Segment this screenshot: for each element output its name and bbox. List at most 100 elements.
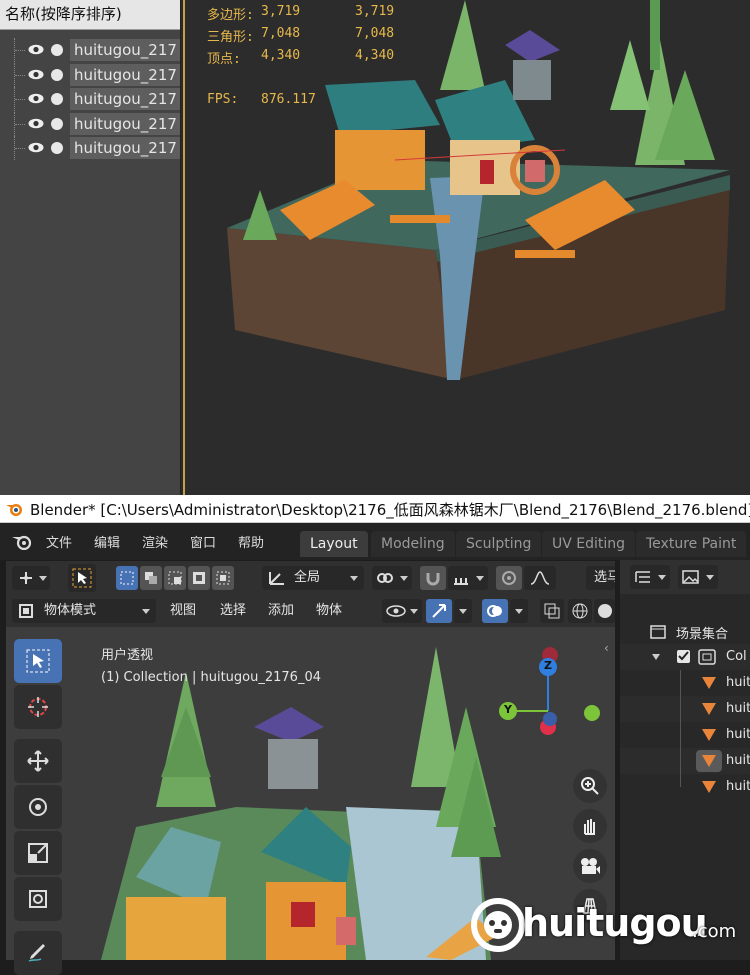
display-mode-button[interactable] xyxy=(630,565,670,589)
gizmo-toggle-button[interactable] xyxy=(426,599,452,623)
scale-tool[interactable] xyxy=(14,831,62,875)
tab-layout[interactable]: Layout xyxy=(300,531,368,557)
annotate-tool[interactable] xyxy=(14,931,62,975)
eye-icon[interactable] xyxy=(28,44,44,55)
rotate-tool[interactable] xyxy=(14,785,62,829)
render-dot-icon[interactable] xyxy=(51,44,63,56)
transform-tool[interactable] xyxy=(14,877,62,921)
snap-target-button[interactable] xyxy=(448,566,488,590)
tab-modeling[interactable]: Modeling xyxy=(371,531,455,557)
select-box-tool[interactable] xyxy=(14,639,62,683)
object-name[interactable]: huitugou_217 xyxy=(70,88,180,110)
outliner-header xyxy=(620,560,750,594)
explorer-row[interactable]: huitugou_217 xyxy=(0,38,181,62)
falloff-button[interactable] xyxy=(524,566,556,590)
menu-select[interactable]: 选择 xyxy=(220,599,246,623)
object-name[interactable]: huitugou_217 xyxy=(70,64,180,86)
explorer-row[interactable]: huitugou_217 xyxy=(0,87,181,111)
gizmo-dropdown[interactable] xyxy=(454,599,472,623)
select-mode-subtract-button[interactable] xyxy=(164,566,186,590)
filter-button[interactable] xyxy=(678,565,718,589)
viewport-header: 物体模式 视图 选择 添加 物体 xyxy=(6,595,615,627)
object-row-active[interactable]: huit xyxy=(620,748,750,774)
explorer-header[interactable]: 名称(按降序排序) xyxy=(0,0,180,30)
render-dot-icon[interactable] xyxy=(51,69,63,81)
snap-toggle-button[interactable] xyxy=(420,566,446,590)
mode-dropdown[interactable]: 物体模式 xyxy=(12,599,156,623)
tab-texture-paint[interactable]: Texture Paint xyxy=(636,531,747,557)
move-tool[interactable] xyxy=(14,739,62,783)
select-mode-intersect-button[interactable] xyxy=(212,566,234,590)
scene-explorer: 名称(按降序排序) huitugou_217 huitugou_217 huit… xyxy=(0,0,181,495)
camera-view-button[interactable] xyxy=(573,849,607,883)
wireframe-shading-button[interactable] xyxy=(568,599,592,623)
select-dropdown[interactable]: 选马 xyxy=(586,566,615,590)
sawmill-scene-render xyxy=(227,0,730,380)
explorer-row[interactable]: huitugou_217 xyxy=(0,63,181,87)
render-dot-icon[interactable] xyxy=(51,93,63,105)
eye-icon[interactable] xyxy=(28,118,44,129)
eye-icon[interactable] xyxy=(28,142,44,153)
select-mode-invert-button[interactable] xyxy=(188,566,210,590)
pan-button[interactable] xyxy=(573,809,607,843)
dashed-cursor-icon xyxy=(72,568,92,588)
blender-logo-icon xyxy=(6,504,22,516)
menu-help[interactable]: 帮助 xyxy=(238,532,264,551)
select-tool-button[interactable] xyxy=(68,564,96,592)
checkbox-icon[interactable] xyxy=(676,649,692,665)
navigation-gizmo[interactable]: Z Y xyxy=(496,647,606,757)
menu-view[interactable]: 视图 xyxy=(170,599,196,623)
tree-line xyxy=(680,696,681,722)
object-row[interactable]: huit xyxy=(620,670,750,696)
menu-edit[interactable]: 编辑 xyxy=(94,532,120,551)
object-name[interactable]: huitugou_217 xyxy=(70,137,180,159)
window-titlebar[interactable]: Blender* [C:\Users\Administrator\Desktop… xyxy=(0,495,750,523)
visibility-button[interactable] xyxy=(382,599,422,623)
proportional-icon xyxy=(502,571,516,585)
cursor-tool[interactable] xyxy=(14,685,62,729)
scale-icon xyxy=(28,843,48,863)
overlay-icon xyxy=(487,605,502,617)
transform-orientation-dropdown[interactable]: 全局 xyxy=(262,566,364,590)
object-row[interactable]: huit xyxy=(620,696,750,722)
render-dot-icon[interactable] xyxy=(51,118,63,130)
explorer-row[interactable]: huitugou_217 xyxy=(0,112,181,136)
eye-icon[interactable] xyxy=(28,69,44,80)
zoom-button[interactable] xyxy=(573,769,607,803)
menu-file[interactable]: 文件 xyxy=(46,532,72,551)
editor-type-button[interactable] xyxy=(12,566,50,590)
menu-render[interactable]: 渲染 xyxy=(142,532,168,551)
sidebar-toggle-icon[interactable]: ‹ xyxy=(604,641,615,655)
magnet-icon xyxy=(426,573,440,586)
object-row[interactable]: huit xyxy=(620,774,750,800)
zoom-icon xyxy=(581,777,599,795)
menu-window[interactable]: 窗口 xyxy=(190,532,216,551)
collection-row[interactable]: Col xyxy=(620,644,750,670)
object-row[interactable]: huit xyxy=(620,722,750,748)
blender-menu-icon[interactable] xyxy=(12,533,32,550)
object-label: huit xyxy=(726,675,750,690)
expand-arrow-icon[interactable] xyxy=(652,654,660,660)
object-name[interactable]: huitugou_217 xyxy=(70,39,180,61)
select-mode-set-button[interactable] xyxy=(116,566,138,590)
menu-object[interactable]: 物体 xyxy=(316,599,342,623)
overlay-dropdown[interactable] xyxy=(510,599,528,623)
select-mode-extend-button[interactable] xyxy=(140,566,162,590)
perspective-viewport[interactable]: 多边形: 3,719 3,719 三角形: 7,048 7,048 顶点: 4,… xyxy=(183,0,750,495)
scene-collection-row[interactable]: 场景集合 xyxy=(620,618,750,644)
overlay-toggle-button[interactable] xyxy=(482,599,508,623)
render-dot-icon[interactable] xyxy=(51,142,63,154)
eye-icon[interactable] xyxy=(28,93,44,104)
xray-button[interactable] xyxy=(540,599,564,623)
object-name[interactable]: huitugou_217 xyxy=(70,113,180,135)
tab-uv-editing[interactable]: UV Editing xyxy=(542,531,636,557)
tree-line xyxy=(680,722,681,748)
solid-shading-button[interactable] xyxy=(594,599,615,623)
pivot-point-button[interactable] xyxy=(372,566,412,590)
tab-sculpting[interactable]: Sculpting xyxy=(456,531,542,557)
menu-add[interactable]: 添加 xyxy=(268,599,294,623)
object-label: huit xyxy=(726,701,750,716)
crosshair-icon xyxy=(28,697,48,717)
proportional-edit-button[interactable] xyxy=(496,566,522,590)
explorer-row[interactable]: huitugou_217 xyxy=(0,136,181,160)
